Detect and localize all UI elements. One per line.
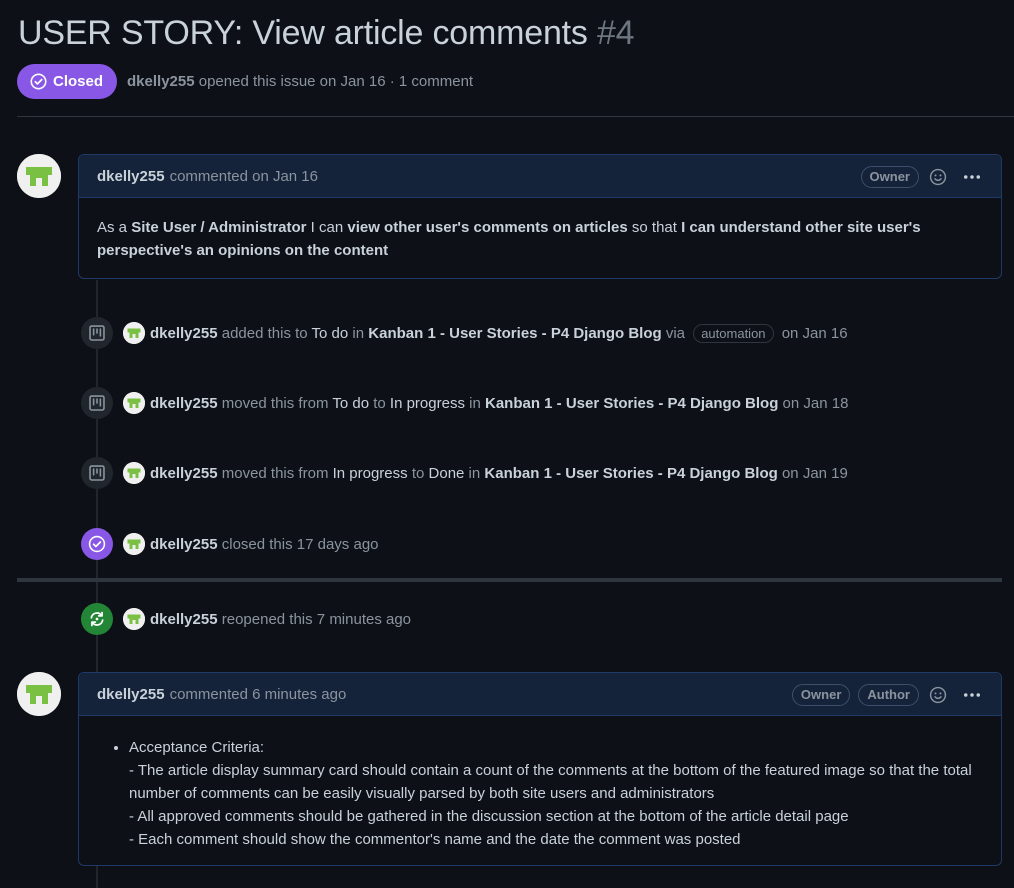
comment-actions: Owner Author — [791, 673, 983, 716]
event-user-link[interactable]: dkelly255 — [150, 325, 218, 342]
timeline-break — [17, 578, 1002, 582]
event-connector: in — [469, 394, 481, 412]
event-connector: to — [373, 394, 386, 412]
status-label: Closed — [53, 73, 104, 90]
issue-meta: dkelly255 opened this issue on Jan 16 · … — [127, 73, 473, 90]
event-action: moved this from — [221, 394, 329, 412]
event-text: dkelly255 reopened this 7 minutes ago — [150, 611, 411, 628]
project-column: Done — [428, 464, 465, 482]
project-board-link[interactable]: Kanban 1 - User Stories - P4 Django Blog — [485, 395, 778, 412]
event-user-link[interactable]: dkelly255 — [150, 611, 218, 628]
issue-author-link[interactable]: dkelly255 — [127, 73, 195, 90]
comment-timestamp[interactable]: commented 6 minutes ago — [170, 686, 347, 703]
timeline-event: dkelly255 added this to To do in Kanban … — [81, 317, 848, 349]
timeline-event: dkelly255 moved this from In progress to… — [81, 457, 848, 489]
kebab-horizontal-icon[interactable] — [961, 166, 983, 188]
event-connector: in — [352, 324, 365, 342]
check-circle-icon — [30, 73, 47, 90]
event-text: dkelly255 moved this from To do to In pr… — [150, 395, 848, 412]
avatar[interactable] — [123, 322, 145, 344]
comment-author-link[interactable]: dkelly255 — [97, 686, 165, 703]
comment-box: dkelly255 commented 6 minutes ago Owner … — [78, 672, 1002, 866]
sync-icon — [81, 603, 113, 635]
event-text: dkelly255 moved this from In progress to… — [150, 465, 848, 482]
avatar[interactable] — [123, 608, 145, 630]
event-date[interactable]: on Jan 19 — [782, 465, 848, 482]
project-column: To do — [311, 324, 349, 342]
smiley-icon[interactable] — [927, 166, 949, 188]
comment-author-link[interactable]: dkelly255 — [97, 168, 165, 185]
list-item: Acceptance Criteria: - The article displ… — [129, 736, 983, 851]
project-board-icon — [81, 457, 113, 489]
automation-badge: automation — [693, 323, 774, 343]
project-column: In progress — [389, 394, 465, 412]
avatar[interactable] — [123, 533, 145, 555]
comment-actions: Owner — [860, 155, 983, 198]
event-user-link[interactable]: dkelly255 — [150, 465, 218, 482]
comment-text: As a — [97, 219, 132, 236]
comment-body: Acceptance Criteria: - The article displ… — [79, 716, 1001, 865]
timeline-event: dkelly255 moved this from To do to In pr… — [81, 387, 848, 419]
issue-title: USER STORY: View article comments #4 — [18, 14, 635, 53]
event-text: dkelly255 added this to To do in Kanban … — [150, 323, 848, 343]
comment-body: As a Site User / Administrator I can vie… — [79, 198, 1001, 278]
event-date[interactable]: on Jan 16 — [782, 325, 848, 342]
issue-status-row: Closed dkelly255 opened this issue on Ja… — [17, 64, 473, 99]
criteria-line: - The article display summary card shoul… — [129, 762, 972, 802]
avatar[interactable] — [17, 154, 61, 198]
check-circle-icon — [81, 528, 113, 560]
criteria-line: - Each comment should show the commentor… — [129, 831, 741, 848]
comment-bold-text: Site User / Administrator — [131, 219, 307, 236]
comment-timestamp[interactable]: commented on Jan 16 — [170, 168, 318, 185]
event-connector: in — [468, 464, 481, 482]
issue-title-text: USER STORY: View article comments — [18, 14, 588, 52]
timeline-line — [96, 866, 98, 888]
closed-status-badge: Closed — [17, 64, 118, 99]
criteria-title: Acceptance Criteria: — [129, 739, 265, 756]
project-board-icon — [81, 387, 113, 419]
comment-bold-text: view other user's comments on articles — [347, 219, 628, 236]
avatar[interactable] — [123, 462, 145, 484]
author-badge: Author — [858, 683, 919, 706]
project-board-icon — [81, 317, 113, 349]
event-connector: via — [665, 324, 686, 342]
issue-meta-text: opened this issue on Jan 16 · 1 comment — [198, 73, 474, 90]
avatar[interactable] — [123, 392, 145, 414]
header-divider — [17, 116, 1014, 117]
comment-text: so that — [627, 219, 682, 236]
owner-badge: Owner — [860, 165, 919, 188]
criteria-list: Acceptance Criteria: - The article displ… — [111, 736, 983, 851]
project-column: In progress — [332, 464, 408, 482]
smiley-icon[interactable] — [927, 684, 949, 706]
event-action: closed this 17 days ago — [221, 535, 379, 553]
project-board-link[interactable]: Kanban 1 - User Stories - P4 Django Blog — [368, 325, 661, 342]
project-column: To do — [332, 394, 370, 412]
event-action: added this to — [221, 324, 308, 342]
event-date[interactable]: on Jan 18 — [783, 395, 849, 412]
comment-box: dkelly255 commented on Jan 16 Owner As a… — [78, 154, 1002, 279]
event-action: moved this from — [221, 464, 329, 482]
timeline-event-reopened: dkelly255 reopened this 7 minutes ago — [81, 603, 411, 635]
comment-header: dkelly255 commented on Jan 16 Owner — [79, 155, 1001, 198]
owner-badge: Owner — [791, 683, 851, 706]
kebab-horizontal-icon[interactable] — [961, 684, 983, 706]
event-connector: to — [411, 464, 425, 482]
avatar[interactable] — [17, 672, 61, 716]
comment-header: dkelly255 commented 6 minutes ago Owner … — [79, 673, 1001, 716]
event-user-link[interactable]: dkelly255 — [150, 536, 218, 553]
project-board-link[interactable]: Kanban 1 - User Stories - P4 Django Blog — [484, 465, 777, 482]
event-text: dkelly255 closed this 17 days ago — [150, 536, 379, 553]
issue-number: #4 — [596, 14, 635, 52]
comment-text: I can — [306, 219, 348, 236]
event-action: reopened this 7 minutes ago — [221, 610, 412, 628]
timeline-event-closed: dkelly255 closed this 17 days ago — [81, 528, 379, 560]
criteria-line: - All approved comments should be gather… — [129, 808, 849, 825]
event-user-link[interactable]: dkelly255 — [150, 395, 218, 412]
